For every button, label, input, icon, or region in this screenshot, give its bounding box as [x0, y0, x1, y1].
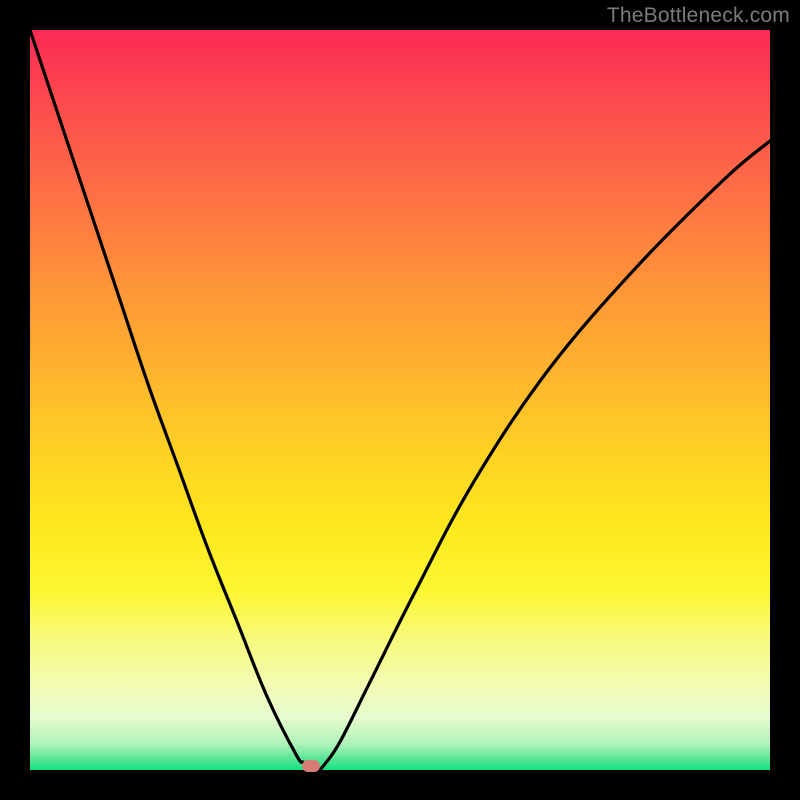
chart-frame: TheBottleneck.com: [0, 0, 800, 800]
watermark-text: TheBottleneck.com: [607, 4, 790, 28]
optimal-point-marker: [302, 760, 320, 772]
curve-svg: [30, 30, 770, 770]
bottleneck-curve: [30, 30, 770, 770]
